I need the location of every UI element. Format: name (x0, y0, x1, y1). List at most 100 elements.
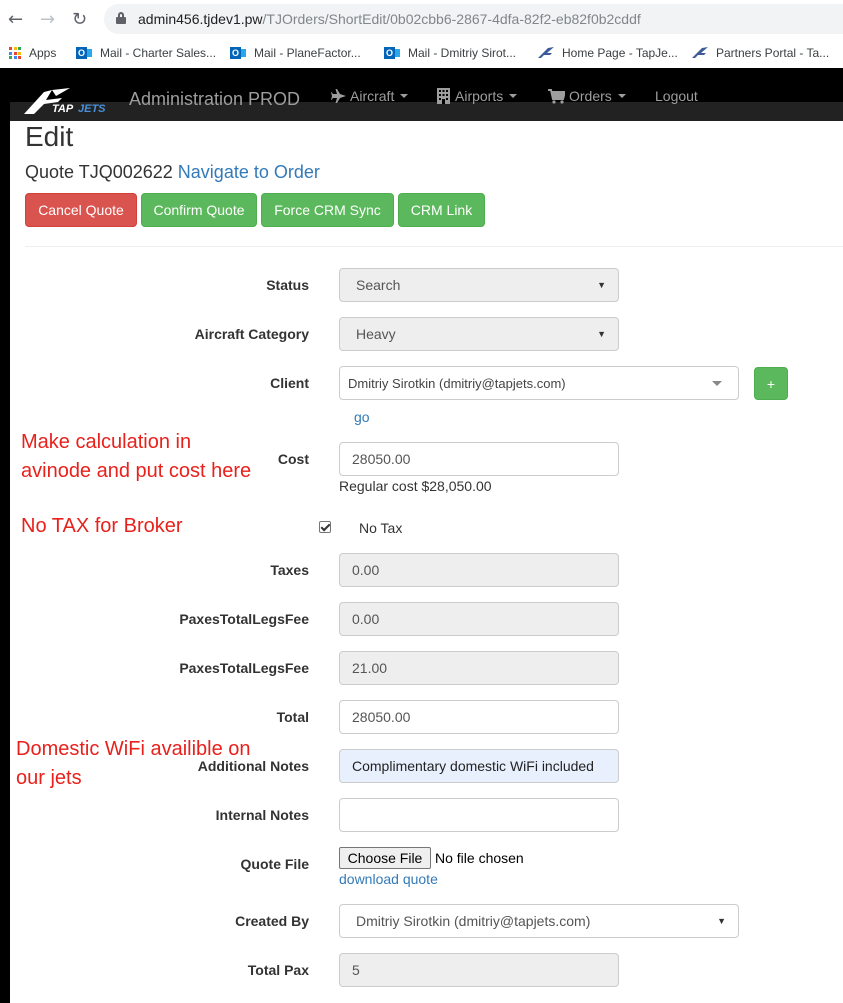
client-value: Dmitriy Sirotkin (dmitriy@tapjets.com) (348, 375, 566, 391)
cost-value: 28050.00 (352, 451, 411, 467)
quote-heading: Quote TJQ002622 Navigate to Order (25, 162, 320, 183)
total-label: Total (276, 709, 309, 725)
aircraft-category-label: Aircraft Category (194, 326, 309, 342)
outlook-icon: O (384, 45, 400, 61)
client-label: Client (270, 375, 309, 391)
aircraft-category-select[interactable]: Heavy ▼ (339, 317, 619, 351)
bookmark-label: Partners Portal - Ta... (716, 46, 830, 60)
back-arrow-icon[interactable]: ← (8, 9, 23, 30)
tapjets-icon (692, 45, 708, 61)
outlook-icon: O (230, 45, 246, 61)
forward-arrow-icon[interactable]: → (40, 9, 55, 30)
created-by-select[interactable]: Dmitriy Sirotkin (dmitriy@tapjets.com) ▼ (339, 904, 739, 938)
paxes-total-legs-fee-label: PaxesTotalLegsFee (179, 611, 309, 627)
status-label: Status (266, 277, 309, 293)
bookmark-label: Mail - Charter Sales... (100, 46, 217, 60)
internal-notes-label: Internal Notes (215, 807, 309, 823)
bookmark-partners-portal[interactable]: Partners Portal - Ta... (692, 45, 829, 61)
status-select[interactable]: Search ▼ (339, 268, 619, 302)
no-tax-label: No Tax (359, 520, 403, 536)
total-pax-input: 5 (339, 953, 619, 987)
svg-text:JETS: JETS (78, 103, 106, 115)
confirm-quote-button[interactable]: Confirm Quote (141, 193, 257, 227)
additional-notes-value: Complimentary domestic WiFi included (352, 758, 594, 774)
app-brand[interactable]: Administration PROD (129, 89, 300, 110)
annotation-line: Domestic WiFi availible on (16, 738, 251, 760)
url-host: admin456.tjdev1.pw (138, 11, 263, 27)
file-status: No file chosen (435, 850, 524, 866)
url-field[interactable]: admin456.tjdev1.pw/TJOrders/ShortEdit/0b… (104, 4, 843, 34)
nav-label: Orders (569, 88, 612, 104)
bookmark-apps[interactable]: Apps (9, 45, 56, 61)
dropdown-arrow-icon: ▼ (597, 329, 606, 339)
total-input[interactable]: 28050.00 (339, 700, 619, 734)
regular-cost-help: Regular cost $28,050.00 (339, 478, 492, 494)
dropdown-arrow-icon: ▼ (717, 916, 726, 926)
paxes-fee-value: 0.00 (352, 611, 380, 627)
status-value: Search (356, 277, 401, 293)
nav-label: Logout (655, 88, 698, 104)
total-pax-value: 5 (352, 962, 360, 978)
total-pax-label: Total Pax (247, 962, 309, 978)
page-title: Edit (25, 121, 74, 152)
cancel-quote-button[interactable]: Cancel Quote (25, 193, 137, 227)
annotation-tax: No TAX for Broker (21, 515, 183, 537)
nav-aircraft[interactable]: Aircraft (331, 88, 409, 104)
bookmark-label: Home Page - TapJe... (562, 46, 678, 60)
plane-icon (331, 89, 346, 103)
bookmarks-bar: Apps O Mail - Charter Sales... O Mail - … (0, 38, 843, 68)
cart-icon (548, 88, 565, 104)
taxes-value: 0.00 (352, 562, 380, 578)
nav-label: Aircraft (350, 88, 395, 104)
divider (25, 246, 843, 247)
building-icon (437, 88, 450, 104)
force-crm-sync-button[interactable]: Force CRM Sync (261, 193, 394, 227)
created-by-label: Created By (235, 913, 309, 929)
tapjets-logo[interactable]: TAP JETS (22, 86, 126, 116)
bookmark-mail-planefactor[interactable]: O Mail - PlaneFactor... (230, 45, 361, 61)
bookmark-label: Mail - Dmitriy Sirot... (408, 46, 516, 60)
crm-link-button[interactable]: CRM Link (398, 193, 485, 227)
url-path: /TJOrders/ShortEdit/0b02cbb6-2867-4dfa-8… (262, 11, 641, 27)
taxes-input: 0.00 (339, 553, 619, 587)
choose-file-button[interactable]: Choose File (339, 847, 431, 869)
bookmark-label: Mail - PlaneFactor... (254, 46, 361, 60)
internal-notes-input[interactable] (339, 798, 619, 832)
bookmark-mail-dmitriy[interactable]: O Mail - Dmitriy Sirot... (384, 45, 516, 61)
lock-icon (116, 12, 126, 24)
paxes-fee-value: 21.00 (352, 660, 388, 676)
additional-notes-input[interactable]: Complimentary domestic WiFi included (339, 749, 619, 783)
app-navbar: TAP JETS Administration PROD Aircraft Ai… (0, 68, 843, 121)
dropdown-arrow-icon: ▼ (597, 280, 606, 290)
bookmark-mail-charter-sales[interactable]: O Mail - Charter Sales... (76, 45, 216, 61)
paxes-total-legs-fee-label-2: PaxesTotalLegsFee (179, 660, 309, 676)
aircraft-category-value: Heavy (356, 326, 396, 342)
nav-logout[interactable]: Logout (655, 88, 698, 104)
paxes-total-legs-fee-input: 0.00 (339, 602, 619, 636)
paxes-total-legs-fee-input-2: 21.00 (339, 651, 619, 685)
download-quote-link[interactable]: download quote (339, 871, 438, 887)
tapjets-icon (538, 45, 554, 61)
annotation-line: Make calculation in (21, 431, 192, 453)
cost-input[interactable]: 28050.00 (339, 442, 619, 476)
add-client-button[interactable]: + (754, 367, 788, 400)
no-tax-checkbox[interactable] (319, 521, 331, 533)
client-select[interactable]: Dmitriy Sirotkin (dmitriy@tapjets.com) (339, 366, 739, 400)
nav-airports[interactable]: Airports (437, 88, 518, 104)
browser-address-bar: ← → ↻ admin456.tjdev1.pw/TJOrders/ShortE… (0, 0, 843, 38)
outlook-icon: O (76, 45, 92, 61)
annotation-line: our jets (16, 767, 82, 789)
apps-grid-icon (9, 47, 21, 59)
reload-icon[interactable]: ↻ (72, 9, 87, 30)
annotation-line: avinode and put cost here (21, 460, 252, 482)
client-go-link[interactable]: go (354, 409, 370, 425)
bookmark-label: Apps (29, 46, 57, 60)
dropdown-arrow-icon (712, 380, 722, 386)
bookmark-home-page-tapjets[interactable]: Home Page - TapJe... (538, 45, 678, 61)
navigate-to-order-link[interactable]: Navigate to Order (178, 162, 320, 182)
nav-orders[interactable]: Orders (548, 88, 626, 104)
nav-label: Airports (455, 88, 504, 104)
quote-number: Quote TJQ002622 (25, 162, 173, 182)
annotation-cost: Make calculation in avinode and put cost… (21, 428, 251, 486)
left-frame-edge (0, 68, 10, 1003)
